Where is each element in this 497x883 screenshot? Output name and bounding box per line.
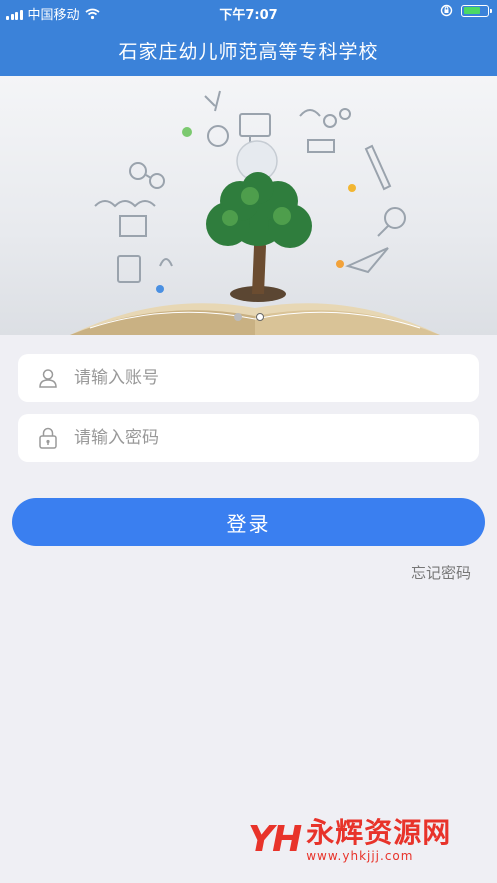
battery-level <box>463 7 480 14</box>
password-input[interactable] <box>72 427 436 449</box>
carousel-indicator[interactable] <box>0 313 497 321</box>
watermark-text: 永辉资源网 www.yhkjjj.com <box>306 816 452 863</box>
carousel-dot[interactable] <box>233 313 242 321</box>
banner-carousel[interactable] <box>0 76 497 335</box>
status-time: 下午7:07 <box>219 8 278 23</box>
login-button[interactable]: 登录 <box>12 498 485 546</box>
tree-book-illustration <box>70 90 440 335</box>
watermark-logo: YH <box>248 819 302 861</box>
battery-icon <box>461 4 492 17</box>
password-field[interactable] <box>18 414 479 462</box>
status-right <box>440 4 492 17</box>
user-icon <box>39 369 57 388</box>
account-input[interactable] <box>72 367 436 389</box>
carousel-dot[interactable] <box>255 313 264 321</box>
forgot-password-link[interactable]: 忘记密码 <box>411 562 471 583</box>
orientation-lock-icon <box>440 4 453 17</box>
watermark-url: www.yhkjjj.com <box>306 848 414 863</box>
status-bar: 中国移动 下午7:07 <box>0 0 497 24</box>
header: 石家庄幼儿师范高等专科学校 <box>0 24 497 76</box>
account-field[interactable] <box>18 354 479 402</box>
lock-icon <box>39 427 57 449</box>
watermark-title: 永辉资源网 <box>306 816 452 849</box>
watermark: YH 永辉资源网 www.yhkjjj.com <box>248 816 452 863</box>
page-title: 石家庄幼儿师范高等专科学校 <box>118 40 379 63</box>
